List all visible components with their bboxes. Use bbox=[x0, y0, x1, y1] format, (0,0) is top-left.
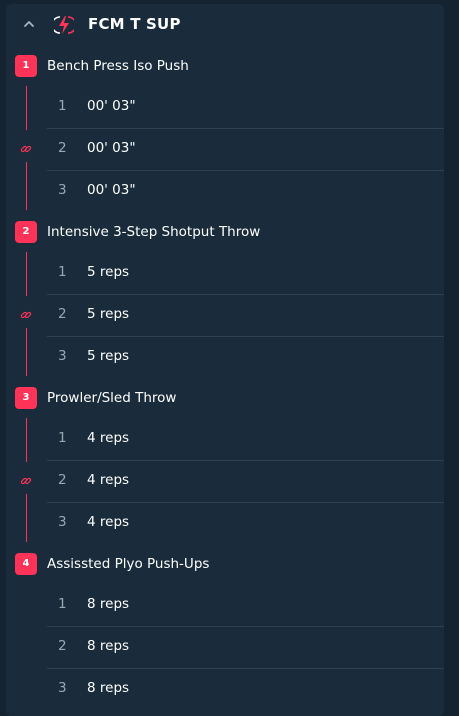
exercise-header[interactable]: 3 Prowler/Sled Throw bbox=[6, 384, 444, 410]
set-value: 4 reps bbox=[87, 472, 130, 488]
link-icon bbox=[20, 477, 32, 485]
set-number: 1 bbox=[58, 430, 67, 446]
set-row[interactable]: 2 00' 03" bbox=[47, 128, 444, 171]
exercise-number-badge: 1 bbox=[15, 55, 37, 77]
set-value: 8 reps bbox=[87, 638, 130, 654]
set-number: 2 bbox=[58, 638, 67, 654]
set-row[interactable]: 1 00' 03" bbox=[47, 86, 444, 129]
set-row[interactable]: 2 5 reps bbox=[47, 294, 444, 337]
set-number: 3 bbox=[58, 348, 67, 364]
set-row[interactable]: 1 4 reps bbox=[47, 418, 444, 461]
set-number: 1 bbox=[58, 264, 67, 280]
set-value: 8 reps bbox=[87, 596, 130, 612]
exercise-number-badge: 4 bbox=[15, 553, 37, 575]
set-row[interactable]: 1 5 reps bbox=[47, 252, 444, 295]
superset-line bbox=[26, 162, 27, 210]
set-row[interactable]: 3 8 reps bbox=[47, 668, 444, 710]
set-number: 2 bbox=[58, 472, 67, 488]
exercise-name: Bench Press Iso Push bbox=[47, 58, 189, 74]
exercise-header[interactable]: 1 Bench Press Iso Push bbox=[6, 52, 444, 78]
set-value: 00' 03" bbox=[87, 140, 136, 156]
set-number: 2 bbox=[58, 306, 67, 322]
set-row[interactable]: 2 4 reps bbox=[47, 460, 444, 503]
set-row[interactable]: 1 8 reps bbox=[47, 584, 444, 627]
set-number: 3 bbox=[58, 514, 67, 530]
set-value: 5 reps bbox=[87, 264, 130, 280]
set-number: 1 bbox=[58, 98, 67, 114]
set-value: 4 reps bbox=[87, 514, 130, 530]
lightning-bolt-logo bbox=[54, 16, 74, 34]
exercise-number-badge: 3 bbox=[15, 387, 37, 409]
superset-line bbox=[26, 494, 27, 542]
set-value: 5 reps bbox=[87, 306, 130, 322]
workout-panel: FCM T SUP 1 Bench Press Iso Push 1 00' 0… bbox=[6, 4, 444, 716]
exercise-name: Intensive 3-Step Shotput Throw bbox=[47, 224, 261, 240]
superset-line bbox=[26, 328, 27, 376]
link-icon bbox=[20, 311, 32, 319]
superset-line bbox=[26, 418, 27, 462]
workout-header[interactable]: FCM T SUP bbox=[6, 4, 444, 46]
set-number: 3 bbox=[58, 680, 67, 696]
set-row[interactable]: 2 8 reps bbox=[47, 626, 444, 669]
link-icon bbox=[20, 145, 32, 153]
set-value: 00' 03" bbox=[87, 98, 136, 114]
exercise-header[interactable]: 4 Assissted Plyo Push-Ups bbox=[6, 550, 444, 576]
exercise-name: Assissted Plyo Push-Ups bbox=[47, 556, 210, 572]
page-title: FCM T SUP bbox=[88, 15, 181, 33]
superset-line bbox=[26, 252, 27, 296]
set-row[interactable]: 3 5 reps bbox=[47, 336, 444, 378]
set-value: 5 reps bbox=[87, 348, 130, 364]
set-number: 1 bbox=[58, 596, 67, 612]
exercise-name: Prowler/Sled Throw bbox=[47, 390, 177, 406]
set-value: 4 reps bbox=[87, 430, 130, 446]
set-value: 8 reps bbox=[87, 680, 130, 696]
superset-line bbox=[26, 86, 27, 130]
set-number: 3 bbox=[58, 182, 67, 198]
exercise-number-badge: 2 bbox=[15, 221, 37, 243]
chevron-up-icon[interactable] bbox=[22, 17, 36, 31]
set-number: 2 bbox=[58, 140, 67, 156]
set-row[interactable]: 3 4 reps bbox=[47, 502, 444, 544]
set-row[interactable]: 3 00' 03" bbox=[47, 170, 444, 212]
exercise-header[interactable]: 2 Intensive 3-Step Shotput Throw bbox=[6, 218, 444, 244]
set-value: 00' 03" bbox=[87, 182, 136, 198]
